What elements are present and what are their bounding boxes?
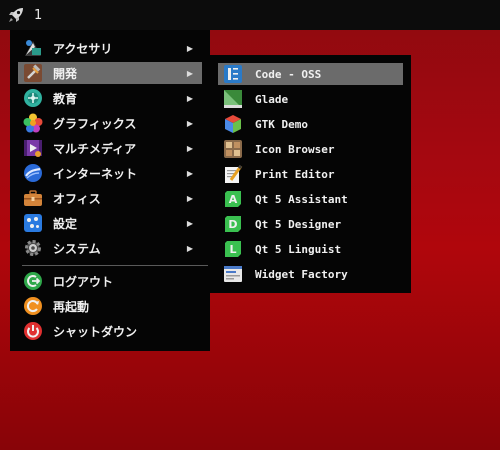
settings-icon — [23, 213, 43, 233]
submenu-item-icon-browser[interactable]: Icon Browser — [218, 138, 403, 160]
print-editor-icon — [223, 164, 243, 184]
submenu-item-label: Code - OSS — [255, 67, 322, 81]
submenu-item-label: Widget Factory — [255, 267, 348, 281]
submenu-arrow-icon: ▶ — [186, 193, 193, 203]
menu-item-label: グラフィックス — [53, 116, 137, 131]
submenu-item-label: Glade — [255, 92, 289, 106]
rocket-icon[interactable] — [5, 4, 27, 26]
graphics-icon — [23, 113, 43, 133]
menu-item-shutdown[interactable]: シャットダウン — [18, 320, 202, 342]
logout-icon — [23, 271, 43, 291]
menu-item-label: ログアウト — [53, 274, 114, 289]
icon-browser-icon — [223, 139, 243, 159]
menu-item-label: インターネット — [53, 166, 138, 181]
submenu-arrow-icon: ▶ — [186, 68, 193, 78]
menu-item-label: オフィス — [53, 191, 101, 206]
svg-text:A: A — [229, 193, 238, 206]
menu-item-reboot[interactable]: 再起動 — [18, 295, 202, 317]
menu-item-graphics[interactable]: グラフィックス ▶ — [18, 112, 202, 134]
menu-item-label: 設定 — [53, 216, 78, 231]
submenu-item-label: Icon Browser — [255, 142, 335, 156]
submenu-item-glade[interactable]: Glade — [218, 88, 403, 110]
qt-assistant-icon: A — [223, 189, 243, 209]
menu-separator — [22, 265, 208, 266]
menu-item-label: 教育 — [53, 91, 78, 106]
shutdown-icon — [23, 321, 43, 341]
submenu-arrow-icon: ▶ — [186, 93, 193, 103]
submenu-item-label: Qt 5 Assistant — [255, 192, 348, 206]
menu-item-internet[interactable]: インターネット ▶ — [18, 162, 202, 184]
submenu-item-gtk-demo[interactable]: GTK Demo — [218, 113, 403, 135]
submenu-item-label: Print Editor — [255, 167, 335, 181]
reboot-icon — [23, 296, 43, 316]
menu-item-label: アクセサリ — [53, 41, 113, 56]
menu-item-system[interactable]: システム ▶ — [18, 237, 202, 259]
menu-item-logout[interactable]: ログアウト — [18, 270, 202, 292]
widget-factory-icon — [223, 264, 243, 284]
menu-item-education[interactable]: 教育 ▶ — [18, 87, 202, 109]
office-icon — [23, 188, 43, 208]
development-icon — [23, 63, 43, 83]
menu-item-label: マルチメディア — [53, 141, 137, 156]
submenu-item-label: GTK Demo — [255, 117, 308, 131]
menu-item-label: システム — [53, 241, 101, 256]
internet-icon — [23, 163, 43, 183]
submenu-item-qt-linguist[interactable]: L Qt 5 Linguist — [218, 238, 403, 260]
application-menu: アクセサリ ▶ 開発 ▶ 教育 ▶ グラフィックス ▶ マルチメディア ▶ イン… — [10, 30, 210, 351]
menu-item-label: シャットダウン — [53, 324, 138, 339]
code-oss-icon — [223, 64, 243, 84]
qt-designer-icon: D — [223, 214, 243, 234]
submenu-item-print-editor[interactable]: Print Editor — [218, 163, 403, 185]
system-icon — [23, 238, 43, 258]
multimedia-icon — [23, 138, 43, 158]
menu-item-multimedia[interactable]: マルチメディア ▶ — [18, 137, 202, 159]
submenu-item-label: Qt 5 Designer — [255, 217, 342, 231]
development-submenu: Code - OSS Glade GTK Demo Icon Browser P… — [210, 55, 411, 293]
glade-icon — [223, 89, 243, 109]
top-panel: 1 — [0, 0, 500, 30]
menu-item-label: 再起動 — [53, 299, 90, 314]
education-icon — [23, 88, 43, 108]
submenu-arrow-icon: ▶ — [186, 243, 193, 253]
workspace-number[interactable]: 1 — [34, 8, 42, 23]
submenu-arrow-icon: ▶ — [186, 118, 193, 128]
menu-item-development[interactable]: 開発 ▶ — [18, 62, 202, 84]
submenu-arrow-icon: ▶ — [186, 143, 193, 153]
menu-item-office[interactable]: オフィス ▶ — [18, 187, 202, 209]
submenu-item-label: Qt 5 Linguist — [255, 242, 342, 256]
submenu-item-code-oss[interactable]: Code - OSS — [218, 63, 403, 85]
qt-linguist-icon: L — [223, 239, 243, 259]
menu-item-label: 開発 — [53, 66, 78, 81]
svg-text:L: L — [229, 243, 236, 256]
submenu-arrow-icon: ▶ — [186, 43, 193, 53]
menu-item-settings[interactable]: 設定 ▶ — [18, 212, 202, 234]
submenu-arrow-icon: ▶ — [186, 168, 193, 178]
svg-text:D: D — [228, 218, 237, 231]
accessories-icon — [23, 38, 43, 58]
menu-item-accessories[interactable]: アクセサリ ▶ — [18, 37, 202, 59]
submenu-arrow-icon: ▶ — [186, 218, 193, 228]
submenu-item-widget-factory[interactable]: Widget Factory — [218, 263, 403, 285]
submenu-item-qt-designer[interactable]: D Qt 5 Designer — [218, 213, 403, 235]
gtk-demo-icon — [223, 114, 243, 134]
submenu-item-qt-assistant[interactable]: A Qt 5 Assistant — [218, 188, 403, 210]
